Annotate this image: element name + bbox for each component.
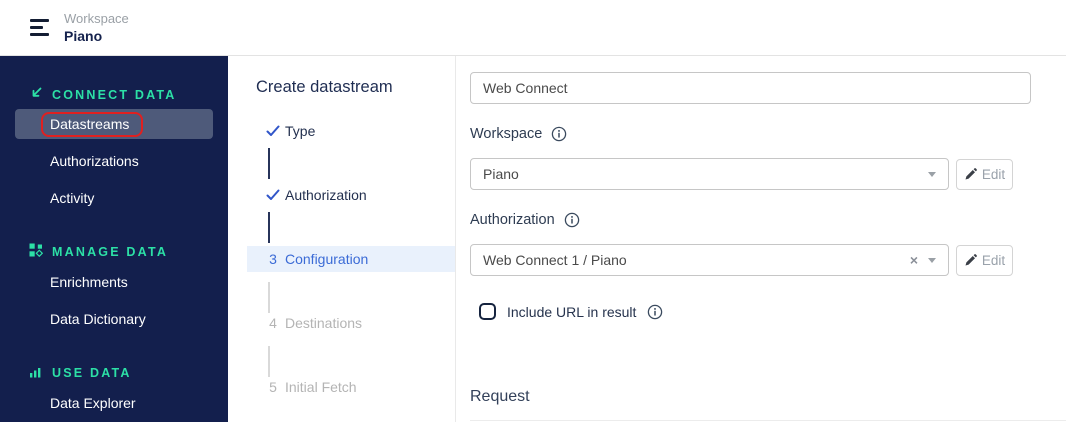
wizard-title: Create datastream [256, 78, 393, 96]
workspace-name: Piano [64, 28, 103, 44]
sidebar-section-manage-data: MANAGE DATA [0, 243, 228, 260]
datastream-name-input[interactable]: Web Connect [470, 72, 1031, 104]
step-label: Authorization [285, 187, 367, 203]
sidebar-item-activity[interactable]: Activity [15, 183, 213, 213]
step-connector [268, 148, 270, 179]
check-icon [261, 189, 285, 201]
arrow-down-left-icon [29, 86, 43, 103]
edit-button-label: Edit [981, 166, 1006, 182]
workspace-select-value: Piano [483, 166, 519, 182]
step-number: 5 [269, 379, 277, 395]
sidebar-item-data-dictionary[interactable]: Data Dictionary [15, 304, 213, 334]
create-datastream-wizard: Create datastream Type Authorization 3 C… [228, 56, 456, 422]
workspace-select[interactable]: Piano [470, 158, 949, 190]
pencil-icon [965, 253, 977, 265]
authorization-edit-button[interactable]: Edit [956, 244, 1013, 276]
step-connector [268, 212, 270, 243]
authorization-field-label: Authorization [470, 212, 1066, 228]
step-number: 3 [269, 251, 277, 267]
hamburger-menu-icon[interactable] [30, 19, 50, 36]
step-type[interactable]: Type [228, 118, 455, 144]
step-initial-fetch[interactable]: 5 Initial Fetch [228, 374, 455, 400]
step-connector [268, 346, 270, 377]
sidebar-item-label: Activity [50, 190, 95, 206]
clear-icon[interactable]: × [910, 252, 918, 268]
step-label: Configuration [285, 251, 369, 267]
info-icon[interactable] [551, 126, 567, 142]
sidebar-item-enrichments[interactable]: Enrichments [15, 267, 213, 297]
workspace-label: Workspace [64, 11, 129, 26]
sidebar-section-title: MANAGE DATA [52, 244, 169, 259]
bar-chart-icon [29, 364, 43, 381]
chevron-down-icon[interactable] [928, 257, 936, 263]
sidebar-item-label: Data Explorer [50, 395, 136, 411]
step-label: Type [285, 123, 316, 139]
sidebar-section-title: USE DATA [52, 365, 132, 380]
request-section-heading: Request [470, 388, 530, 405]
configuration-panel: Web Connect Workspace Piano Edit Authori… [456, 56, 1066, 422]
step-connector [268, 282, 270, 313]
sidebar-item-authorizations[interactable]: Authorizations [15, 146, 213, 176]
workspace-field-label-text: Workspace [470, 126, 543, 142]
pencil-icon [965, 167, 977, 179]
annotation-red-box: Datastreams [41, 111, 144, 137]
include-url-checkbox[interactable] [479, 303, 496, 320]
chevron-down-icon[interactable] [928, 171, 936, 177]
sidebar-item-label: Data Dictionary [50, 311, 146, 327]
workspace-field-label: Workspace [470, 126, 1066, 142]
top-header: Workspace Piano [0, 0, 1066, 56]
authorization-select-value: Web Connect 1 / Piano [483, 252, 627, 268]
sidebar-item-label: Enrichments [50, 274, 128, 290]
step-destinations[interactable]: 4 Destinations [228, 310, 455, 336]
step-authorization[interactable]: Authorization [228, 182, 455, 208]
edit-button-label: Edit [981, 252, 1006, 268]
sidebar-item-label: Datastreams [50, 115, 130, 132]
section-divider [470, 420, 1066, 421]
modules-icon [29, 243, 44, 260]
info-icon[interactable] [647, 304, 663, 320]
authorization-select[interactable]: Web Connect 1 / Piano × [470, 244, 949, 276]
authorization-field-label-text: Authorization [470, 212, 555, 228]
app-window: Workspace Piano CONNECT DATA Datastreams… [0, 0, 1066, 422]
sidebar-section-use-data: USE DATA [0, 364, 228, 381]
info-icon[interactable] [564, 212, 580, 228]
sidebar-section-connect-data: CONNECT DATA [0, 86, 228, 103]
sidebar-item-label: Authorizations [50, 153, 139, 169]
workspace-edit-button[interactable]: Edit [956, 158, 1013, 190]
sidebar-item-datastreams[interactable]: Datastreams [15, 109, 213, 139]
step-label: Destinations [285, 315, 363, 331]
include-url-label: Include URL in result [507, 303, 637, 320]
check-icon [261, 125, 285, 137]
step-number: 4 [269, 315, 277, 331]
sidebar-section-title: CONNECT DATA [52, 87, 177, 102]
step-configuration[interactable]: 3 Configuration [247, 246, 455, 272]
datastream-name-value: Web Connect [483, 80, 568, 96]
sidebar: CONNECT DATA Datastreams Authorizations … [0, 56, 228, 422]
sidebar-item-data-explorer[interactable]: Data Explorer [15, 388, 213, 418]
step-label: Initial Fetch [285, 379, 357, 395]
